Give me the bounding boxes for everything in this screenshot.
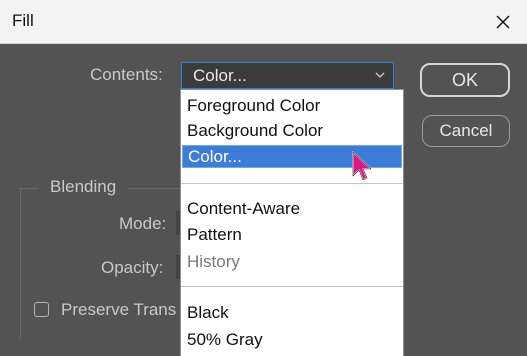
- window-title: Fill: [12, 11, 34, 30]
- cancel-button[interactable]: Cancel: [422, 115, 510, 147]
- preserve-transparency-checkbox[interactable]: [34, 302, 49, 317]
- dropdown-item-background-color[interactable]: Background Color: [187, 121, 323, 141]
- mode-label: Mode:: [119, 214, 167, 233]
- chevron-down-icon: [375, 72, 385, 78]
- dropdown-item-black[interactable]: Black: [187, 303, 229, 323]
- contents-label: Contents:: [90, 65, 163, 84]
- preserve-transparency-label: Preserve Trans: [61, 300, 177, 319]
- dropdown-item-history: History: [187, 252, 240, 271]
- blending-group-label: Blending: [38, 177, 129, 197]
- contents-dropdown-list: Foreground Color Background Color Color.…: [180, 89, 404, 356]
- dropdown-item-color-label: Color...: [188, 147, 242, 166]
- mouse-pointer-icon: [352, 151, 372, 181]
- dropdown-item-pattern[interactable]: Pattern: [187, 225, 242, 245]
- ok-button[interactable]: OK: [420, 63, 510, 97]
- contents-select-value: Color...: [193, 66, 247, 85]
- opacity-label: Opacity:: [101, 258, 164, 277]
- close-icon: [496, 15, 510, 28]
- dropdown-item-content-aware[interactable]: Content-Aware: [187, 199, 300, 219]
- close-button[interactable]: [479, 0, 527, 43]
- dropdown-separator: [181, 286, 403, 287]
- contents-select[interactable]: Color...: [181, 62, 394, 89]
- title-bar: Fill: [0, 0, 527, 44]
- dropdown-item-50-gray[interactable]: 50% Gray: [187, 330, 263, 350]
- dropdown-item-foreground-color[interactable]: Foreground Color: [187, 96, 320, 116]
